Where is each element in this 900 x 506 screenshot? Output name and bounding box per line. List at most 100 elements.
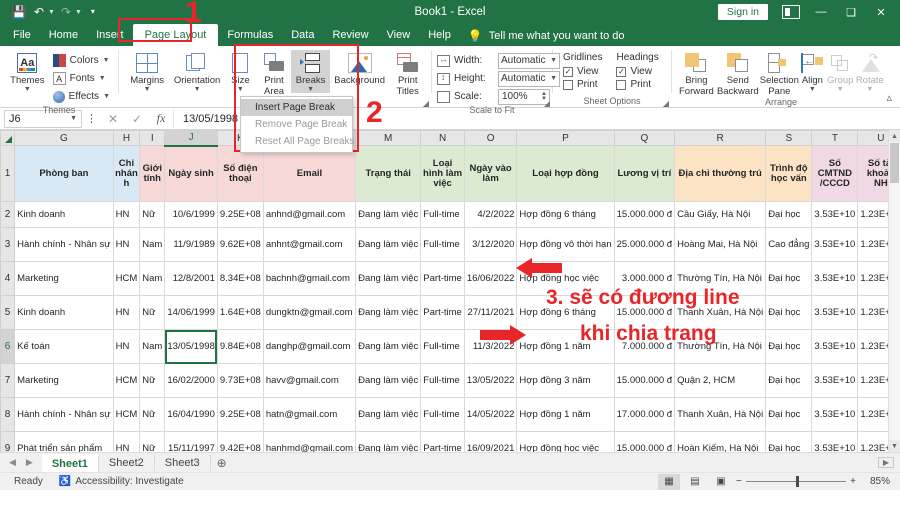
cell[interactable]: HN — [112, 227, 141, 262]
cell[interactable]: 16/09/2021 — [463, 431, 518, 452]
column-header-Q[interactable]: Q — [613, 130, 676, 146]
cell[interactable]: 3.53E+10 — [811, 397, 859, 432]
cell[interactable]: 3.53E+10 — [811, 261, 859, 296]
cell[interactable]: Full-time — [420, 201, 465, 228]
cell[interactable]: HCM — [112, 397, 141, 432]
row-header-1[interactable]: 1 — [0, 145, 16, 202]
header-cell[interactable]: Địa chỉ thường trú — [674, 145, 767, 202]
zoom-out-button[interactable]: − — [736, 476, 742, 487]
tab-review[interactable]: Review — [323, 25, 377, 46]
row-header-3[interactable]: 3 — [0, 227, 16, 262]
cell[interactable]: Đang làm việc — [355, 201, 422, 228]
table-row[interactable]: 4 Marketing HCM Nam 12/8/2001 8.34E+08 b… — [0, 261, 900, 296]
cell[interactable]: 1.64E+08 — [216, 295, 264, 330]
cell[interactable]: Đang làm việc — [355, 329, 422, 364]
cell[interactable]: Đại học — [765, 431, 813, 452]
cell[interactable]: Nam — [139, 329, 166, 364]
tab-help[interactable]: Help — [419, 25, 460, 46]
tab-view[interactable]: View — [378, 25, 420, 46]
bring-forward-button[interactable]: Bring Forward — [677, 50, 716, 97]
cell[interactable]: HN — [112, 201, 141, 228]
cell[interactable]: Hành chính - Nhân sự — [14, 397, 114, 432]
column-header-O[interactable]: O — [463, 130, 518, 146]
cell[interactable]: Kế toán — [14, 329, 114, 364]
column-header-I[interactable]: I — [139, 130, 166, 146]
cell[interactable]: hatn@gmail.com — [262, 397, 357, 432]
undo-icon[interactable]: ↶ — [30, 3, 48, 21]
background-button[interactable]: Background — [330, 50, 390, 86]
cell[interactable]: 3.53E+10 — [811, 227, 859, 262]
cell[interactable]: Cao đẳng — [765, 227, 813, 262]
cell[interactable]: 9.73E+08 — [216, 363, 264, 398]
cell[interactable]: danghp@gmail.com — [262, 329, 357, 364]
cell[interactable]: 15.000.000 đ — [613, 431, 676, 452]
cell[interactable]: Hợp đồng 3 năm — [516, 363, 615, 398]
cell[interactable]: Nữ — [139, 363, 166, 398]
cell[interactable]: Đang làm việc — [355, 295, 422, 330]
cell[interactable]: Full-time — [420, 397, 465, 432]
header-cell[interactable]: Số điện thoại — [216, 145, 264, 202]
scroll-down-icon[interactable]: ▼ — [889, 440, 900, 452]
cell[interactable]: Đang làm việc — [355, 227, 422, 262]
orientation-dropdown-icon[interactable]: ▼ — [194, 86, 201, 93]
column-header-N[interactable]: N — [420, 130, 465, 146]
tab-file[interactable]: File — [4, 25, 40, 46]
headings-print-checkbox[interactable]: Print — [616, 79, 658, 90]
row-header-4[interactable]: 4 — [0, 261, 16, 296]
effects-dropdown-icon[interactable]: ▼ — [103, 93, 110, 100]
row-header-8[interactable]: 8 — [0, 397, 16, 432]
cell[interactable]: Thanh Xuân, Hà Nội — [674, 397, 767, 432]
fonts-dropdown-icon[interactable]: ▼ — [99, 75, 106, 82]
undo-dropdown-icon[interactable]: ▼ — [48, 9, 55, 16]
header-cell[interactable]: Ngày vào làm — [463, 145, 518, 202]
tell-me-search[interactable]: 💡 Tell me what you want to do — [468, 29, 625, 46]
margins-dropdown-icon[interactable]: ▼ — [144, 86, 151, 93]
zoom-track[interactable] — [745, 476, 847, 487]
page-setup-dialog-launcher[interactable]: ◢ — [423, 99, 429, 108]
header-cell[interactable]: Loại hình làm việc — [420, 145, 465, 202]
cell[interactable]: Marketing — [14, 261, 114, 296]
row-header-2[interactable]: 2 — [0, 201, 16, 228]
cell[interactable]: 9.25E+08 — [216, 397, 264, 432]
cell[interactable]: 15.000.000 đ — [613, 201, 676, 228]
size-button[interactable]: Size ▼ — [224, 50, 257, 93]
cell[interactable]: Đại học — [765, 295, 813, 330]
sheet-tab-sheet2[interactable]: Sheet2 — [99, 454, 155, 471]
cell[interactable]: Phát triển sản phẩm — [14, 431, 114, 452]
redo-dropdown-icon[interactable]: ▼ — [75, 9, 82, 16]
next-sheet-icon[interactable]: ▶ — [26, 457, 33, 468]
cell[interactable]: 3/12/2020 — [463, 227, 518, 262]
print-titles-button[interactable]: Print Titles — [389, 50, 426, 97]
table-row[interactable]: 3 Hành chính - Nhân sự HN Nam 11/9/1989 … — [0, 227, 900, 262]
header-cell[interactable]: Giới tính — [139, 145, 166, 202]
cell[interactable]: Nữ — [139, 431, 166, 452]
sheet-options-dialog-launcher[interactable]: ◢ — [663, 99, 669, 108]
header-cell[interactable]: Trình độ học vấn — [765, 145, 813, 202]
cell[interactable]: Hợp đồng vô thời hạn — [516, 227, 615, 262]
print-area-button[interactable]: Print Area — [257, 50, 292, 97]
tab-page-layout[interactable]: Page Layout — [132, 24, 219, 46]
cell[interactable]: Đại học — [765, 397, 813, 432]
gridlines-print-checkbox[interactable]: Print — [563, 79, 602, 90]
colors-dropdown-icon[interactable]: ▼ — [103, 57, 110, 64]
margins-button[interactable]: Margins ▼ — [124, 50, 170, 93]
column-header-R[interactable]: R — [674, 130, 767, 146]
tab-insert[interactable]: Insert — [87, 25, 133, 46]
cell[interactable]: Kinh doanh — [14, 201, 114, 228]
cell[interactable]: Đang làm việc — [355, 431, 422, 452]
cell[interactable]: 16/02/2000 — [164, 363, 218, 398]
cell[interactable]: 3.53E+10 — [811, 329, 859, 364]
cell[interactable]: Hoàn Kiếm, Hà Nội — [674, 431, 767, 452]
maximize-button[interactable]: ❑ — [836, 0, 866, 24]
close-button[interactable]: ✕ — [866, 0, 896, 24]
zoom-level-label[interactable]: 85% — [860, 476, 890, 487]
cell[interactable]: 9.25E+08 — [216, 201, 264, 228]
vertical-scrollbar[interactable]: ▲ ▼ — [888, 130, 900, 452]
sheet-tab-sheet1[interactable]: Sheet1 — [41, 453, 99, 472]
cell[interactable]: HCM — [112, 363, 141, 398]
header-cell[interactable]: Lương vị trí — [613, 145, 676, 202]
column-header-P[interactable]: P — [516, 130, 615, 146]
size-dropdown-icon[interactable]: ▼ — [237, 86, 244, 93]
cell[interactable]: Đang làm việc — [355, 397, 422, 432]
header-cell[interactable]: Ngày sinh — [164, 145, 218, 202]
